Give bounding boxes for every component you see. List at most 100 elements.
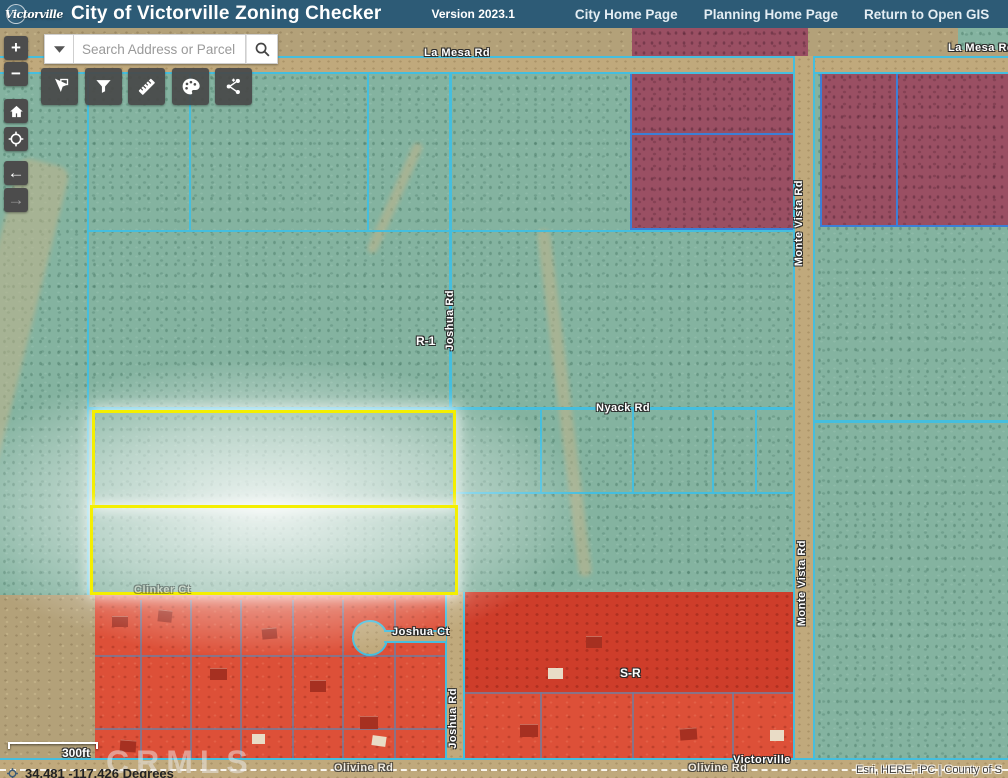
app-header: Victorville City of Victorville Zoning C… <box>0 0 1008 28</box>
minus-icon: − <box>11 64 21 84</box>
building <box>770 730 784 741</box>
lot-line <box>632 692 634 758</box>
zoom-in-button[interactable]: + <box>4 36 28 60</box>
share-tool-button[interactable] <box>215 68 252 105</box>
zone-label-sr: S-R <box>620 666 641 680</box>
nav-city-home-page[interactable]: City Home Page <box>575 7 678 22</box>
home-extent-button[interactable] <box>4 99 28 123</box>
share-icon <box>224 77 243 96</box>
selected-parcel-south[interactable] <box>90 505 458 595</box>
coordinates-text: 34.481 -117.426 Degrees <box>25 766 174 778</box>
building <box>371 735 386 747</box>
parcel-line <box>712 408 714 494</box>
crosshair-icon <box>8 131 24 147</box>
lot-line <box>140 600 142 760</box>
filter-funnel-icon <box>94 77 113 96</box>
forward-extent-button[interactable]: → <box>4 188 28 212</box>
map-canvas[interactable]: La Mesa Rd La Mesa Rd Nyack Rd Joshua Rd… <box>0 28 1008 778</box>
parcel-line <box>896 60 898 227</box>
scale-label: 300ft <box>62 746 90 760</box>
parcel-line <box>367 74 369 232</box>
lot-line <box>190 600 192 760</box>
nav-planning-home-page[interactable]: Planning Home Page <box>704 7 838 22</box>
selected-parcel-north[interactable] <box>92 410 456 508</box>
version-badge: Version 2023.1 <box>432 7 515 21</box>
parcel-line <box>755 408 757 494</box>
lot-line <box>95 728 445 730</box>
measure-tool-button[interactable] <box>128 68 165 105</box>
palette-icon <box>180 76 201 97</box>
page-title: City of Victorville Zoning Checker <box>71 3 382 25</box>
home-icon <box>9 104 24 119</box>
victorville-logo: Victorville <box>5 8 63 21</box>
lot-line <box>292 600 294 760</box>
lot-line <box>394 600 396 760</box>
parcel-line <box>630 133 800 135</box>
back-extent-button[interactable]: ← <box>4 161 28 185</box>
road-nyack-line-east <box>815 420 1008 423</box>
coordinates-crosshair-icon <box>6 767 19 778</box>
lot-line <box>342 600 344 760</box>
road-label-faint-ct: Clinker Ct <box>134 584 191 596</box>
building <box>252 734 265 744</box>
ruler-icon <box>136 76 157 97</box>
zoom-out-button[interactable]: − <box>4 62 28 86</box>
road-label-la-mesa: La Mesa Rd <box>424 47 490 59</box>
select-tool-button[interactable] <box>41 68 78 105</box>
place-label-victorville: Victorville <box>733 754 791 766</box>
zone-maroon-top <box>632 28 808 56</box>
lot-line <box>240 600 242 760</box>
logo-script-text: Victorville <box>5 8 63 21</box>
forward-arrow-icon: → <box>8 190 25 210</box>
zone-maroon-right-block <box>820 60 1008 227</box>
building <box>210 668 227 680</box>
search-input[interactable] <box>74 34 246 64</box>
draw-tool-button[interactable] <box>172 68 209 105</box>
filter-tool-button[interactable] <box>85 68 122 105</box>
search-icon <box>254 41 271 58</box>
road-label-nyack: Nyack Rd <box>596 402 650 414</box>
road-label-monte-vista-south: Monte Vista Rd <box>796 540 808 626</box>
building <box>360 716 378 729</box>
lot-line <box>732 692 734 758</box>
coordinates-readout: 34.481 -117.426 Degrees <box>6 766 174 778</box>
building <box>112 616 128 627</box>
road-label-joshua-south: Joshua Rd <box>447 688 459 749</box>
road-joshua-line <box>449 74 452 408</box>
building <box>157 609 172 622</box>
building <box>586 636 602 648</box>
parcel-line <box>87 74 89 595</box>
building <box>680 727 698 740</box>
building <box>548 668 563 679</box>
parcel-line <box>450 492 793 494</box>
parcel-line <box>540 408 542 494</box>
parcel-line <box>88 230 793 232</box>
building <box>310 680 326 692</box>
chevron-down-icon <box>54 46 65 53</box>
plus-icon: + <box>11 38 21 58</box>
search-source-dropdown[interactable] <box>44 34 74 64</box>
map-toolbar <box>41 68 252 105</box>
zone-label-r1: R-1 <box>416 334 435 348</box>
lot-line <box>462 692 808 694</box>
road-label-monte-vista-north: Monte Vista Rd <box>793 180 805 266</box>
map-attribution: Esri, HERE, iPC | County of S <box>856 764 1002 776</box>
parcel-line <box>632 408 634 494</box>
back-arrow-icon: ← <box>8 163 25 183</box>
zone-maroon-left-block <box>630 62 800 230</box>
road-joshua-south <box>445 592 465 778</box>
road-label-joshua-ct: Joshua Ct <box>392 626 450 638</box>
road-label-joshua-north: Joshua Rd <box>444 290 456 351</box>
road-label-olivine-west: Olivine Rd <box>334 762 393 774</box>
building <box>520 724 538 737</box>
lot-line <box>540 692 542 758</box>
search-bar <box>44 34 278 64</box>
header-nav: City Home Page Planning Home Page Return… <box>575 7 989 22</box>
locate-button[interactable] <box>4 127 28 151</box>
road-label-la-mesa-east: La Mesa Rd <box>948 42 1008 54</box>
road-joshua-ct-circle <box>352 620 388 656</box>
nav-return-open-gis[interactable]: Return to Open GIS <box>864 7 989 22</box>
building <box>262 627 278 639</box>
search-button[interactable] <box>246 34 278 64</box>
select-cursor-icon <box>50 77 70 97</box>
